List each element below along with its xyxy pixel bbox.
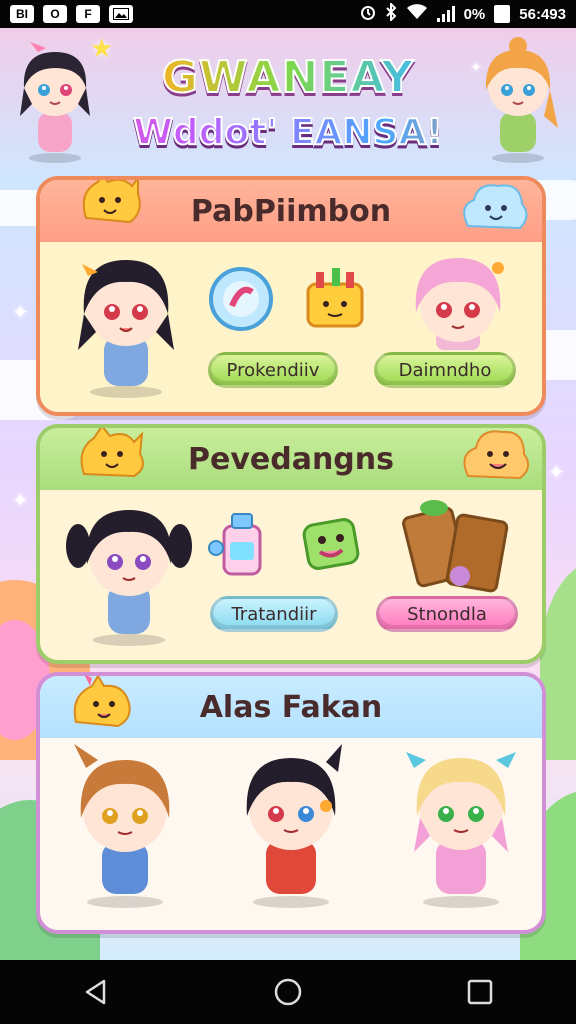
home-icon[interactable] xyxy=(258,962,318,1022)
panel-1-button-2[interactable]: Daimndho xyxy=(374,352,516,388)
panel-3-girl-blonde-hair-avatar[interactable] xyxy=(396,732,526,908)
panel-1: PabPiimbon Prokendiiv Daimndho xyxy=(36,176,546,416)
alarm-icon xyxy=(360,4,376,24)
panel-1-button-1[interactable]: Prokendiiv xyxy=(208,352,338,388)
yellow-blob-mascot-icon xyxy=(82,180,141,224)
panel-2-girl-pigtails-avatar[interactable] xyxy=(66,490,192,646)
battery-icon xyxy=(494,5,511,23)
yellow-bird-mascot-icon xyxy=(73,676,131,728)
status-left-icons: BI O F xyxy=(10,5,133,23)
recents-icon[interactable] xyxy=(450,962,510,1022)
blue-cloud-mascot-icon xyxy=(463,184,528,230)
potion-bottle-item-icon[interactable] xyxy=(206,508,278,582)
panel-1-girl-black-hair-avatar[interactable] xyxy=(66,240,186,400)
panel-3-girl-black-hair-avatar[interactable] xyxy=(226,732,356,908)
green-monster-item-icon[interactable] xyxy=(296,512,366,576)
blue-medallion-item-icon[interactable] xyxy=(206,264,276,334)
panel-2-button-2[interactable]: Stnondla xyxy=(376,596,518,632)
wooden-sign-item-icon[interactable] xyxy=(400,494,510,594)
panel-3: Alas Fakan xyxy=(36,672,546,934)
image-icon xyxy=(109,5,133,23)
wifi-icon xyxy=(406,4,428,24)
game-header: GWANEAY Wddot' EANSA! xyxy=(0,30,576,170)
panel-2: Pevedangns Tratandiir Stnondla xyxy=(36,424,546,664)
battery-percent: 0% xyxy=(463,5,486,23)
notification-icon-o: O xyxy=(43,5,67,23)
orange-cloud-mascot-icon xyxy=(463,430,530,480)
clock-time: 56:493 xyxy=(519,5,566,23)
notification-icon-bi: BI xyxy=(10,5,34,23)
header-girl-right-avatar xyxy=(485,37,558,163)
panel-1-girl-pink-hair-avatar[interactable] xyxy=(400,246,516,350)
bluetooth-icon xyxy=(385,1,397,25)
panel-2-button-1[interactable]: Tratandiir xyxy=(210,596,338,632)
back-icon[interactable] xyxy=(66,962,126,1022)
yellow-star-mascot-icon xyxy=(80,428,144,478)
status-bar: BI O F 0% 56:493 xyxy=(0,0,576,28)
navigation-bar xyxy=(0,960,576,1024)
signal-icon xyxy=(436,6,455,22)
panel-3-girl-brown-hair-avatar[interactable] xyxy=(60,738,190,908)
yellow-basket-item-icon[interactable] xyxy=(298,262,372,336)
status-right-icons: 0% 56:493 xyxy=(360,1,566,25)
notification-icon-f: F xyxy=(76,5,100,23)
